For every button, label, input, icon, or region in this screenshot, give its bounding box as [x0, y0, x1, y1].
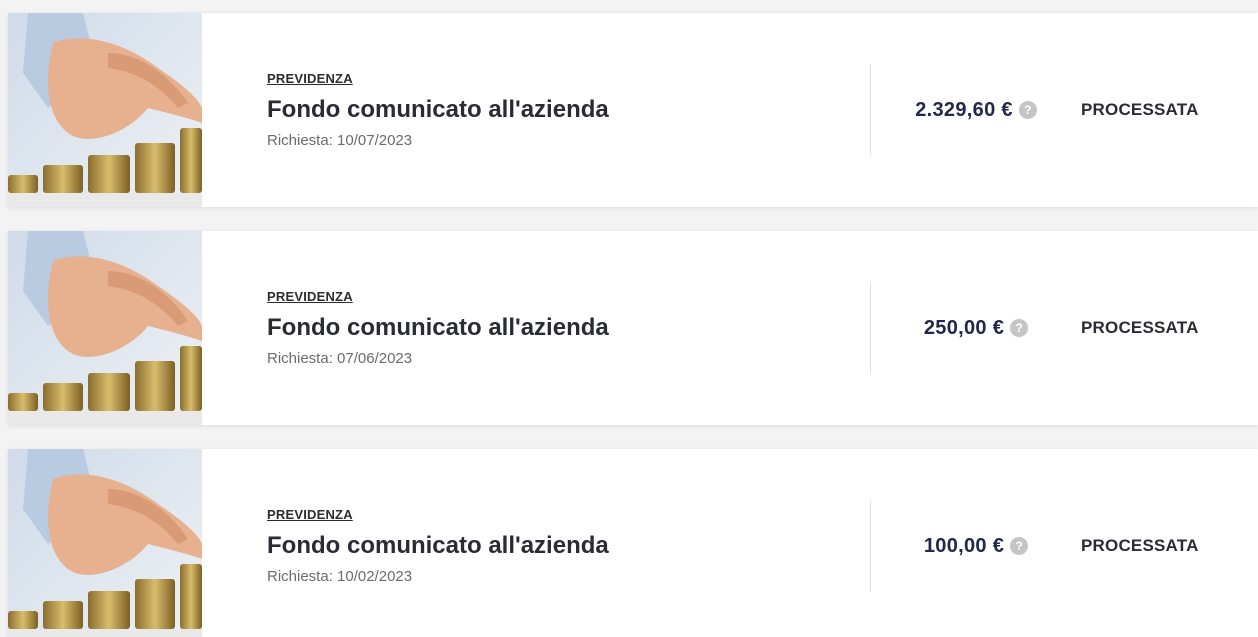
- amount-value: 250,00 €: [923, 316, 1005, 339]
- coins-hand-image: [8, 449, 202, 637]
- amount-section: 100,00 € ?: [871, 449, 1081, 637]
- help-icon[interactable]: ?: [1018, 101, 1037, 119]
- request-card[interactable]: PREVIDENZA Fondo comunicato all'azienda …: [8, 231, 1258, 425]
- category-link[interactable]: PREVIDENZA: [267, 289, 353, 304]
- help-icon[interactable]: ?: [1010, 319, 1029, 337]
- request-info: PREVIDENZA Fondo comunicato all'azienda …: [202, 13, 870, 207]
- coins-hand-image: [8, 13, 202, 207]
- request-date: Richiesta: 10/02/2023: [267, 568, 413, 585]
- request-list: PREVIDENZA Fondo comunicato all'azienda …: [0, 0, 1258, 637]
- amount-value: 100,00 €: [923, 534, 1005, 557]
- amount-section: 250,00 € ?: [871, 231, 1081, 425]
- request-date: Richiesta: 10/07/2023: [267, 132, 413, 149]
- request-title: Fondo comunicato all'azienda: [267, 96, 609, 123]
- request-info: PREVIDENZA Fondo comunicato all'azienda …: [202, 231, 870, 425]
- request-title: Fondo comunicato all'azienda: [267, 532, 609, 559]
- category-link[interactable]: PREVIDENZA: [267, 507, 353, 522]
- coins-hand-image: [8, 231, 202, 425]
- amount-value: 2.329,60 €: [915, 98, 1013, 121]
- help-icon[interactable]: ?: [1010, 537, 1029, 555]
- amount-section: 2.329,60 € ?: [871, 13, 1081, 207]
- status-label: PROCESSATA: [1081, 100, 1199, 119]
- request-title: Fondo comunicato all'azienda: [267, 314, 609, 341]
- request-info: PREVIDENZA Fondo comunicato all'azienda …: [202, 449, 870, 637]
- status-label: PROCESSATA: [1081, 318, 1199, 337]
- category-link[interactable]: PREVIDENZA: [267, 71, 353, 86]
- status-label: PROCESSATA: [1081, 536, 1199, 555]
- request-card[interactable]: PREVIDENZA Fondo comunicato all'azienda …: [8, 13, 1258, 207]
- request-card[interactable]: PREVIDENZA Fondo comunicato all'azienda …: [8, 449, 1258, 637]
- request-date: Richiesta: 07/06/2023: [267, 350, 413, 367]
